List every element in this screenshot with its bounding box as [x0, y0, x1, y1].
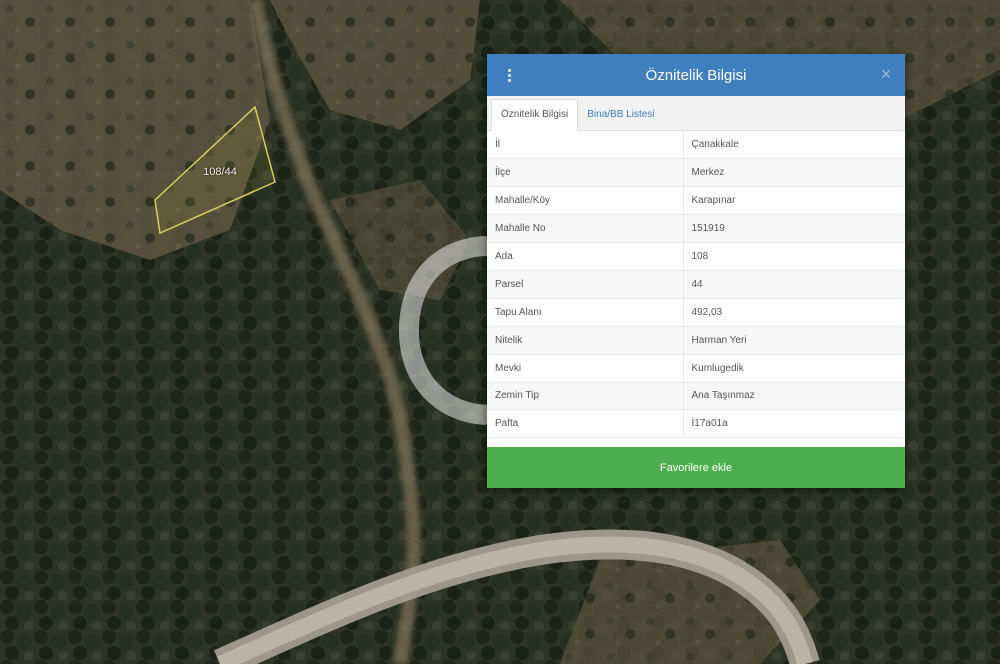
- table-row: İl Çanakkale: [487, 131, 905, 160]
- row-key: Mahalle/Köy: [487, 186, 684, 216]
- row-key: Parsel: [487, 270, 684, 299]
- table-row: Mevki Kumlugedik: [487, 354, 905, 383]
- attribute-table: İl Çanakkale İlçe Merkez Mahalle/Köy Karapı…: [487, 131, 905, 439]
- table-row: İlçe Merkez: [487, 158, 905, 188]
- panel-title: Öznitelik Bilgisi: [645, 66, 747, 84]
- row-key: İlçe: [487, 158, 684, 188]
- row-value: İ17a01a: [683, 409, 905, 439]
- close-icon[interactable]: ×: [877, 65, 895, 83]
- table-row: Mahalle/Köy Karapınar: [487, 186, 905, 216]
- tab-bar: Öznitelik Bilgisi Bina/BB Listesi: [487, 96, 905, 131]
- attribute-panel: Öznitelik Bilgisi × Öznitelik Bilgisi Bi…: [487, 54, 905, 488]
- row-value: 108: [683, 242, 905, 271]
- parcel-label: 108/44: [203, 166, 237, 178]
- table-row: Zemin Tip Ana Taşınmaz: [487, 382, 905, 411]
- row-key: İl: [487, 131, 684, 160]
- tab-bina-bb-listesi[interactable]: Bina/BB Listesi: [578, 100, 663, 130]
- row-key: Mevki: [487, 354, 684, 383]
- row-value: 151919: [683, 214, 905, 244]
- row-value: Karapınar: [683, 186, 905, 216]
- table-row: Pafta İ17a01a: [487, 409, 905, 439]
- row-key: Ada: [487, 242, 684, 271]
- row-value: 44: [683, 270, 905, 299]
- tab-oznitelik-bilgisi[interactable]: Öznitelik Bilgisi: [491, 99, 579, 131]
- row-value: 492,03: [683, 298, 905, 327]
- row-value: Merkez: [683, 158, 905, 188]
- table-row: Tapu Alanı 492,03: [487, 298, 905, 327]
- row-key: Mahalle No: [487, 214, 684, 244]
- menu-icon[interactable]: [499, 65, 519, 85]
- table-row: Nitelik Harman Yeri: [487, 326, 905, 355]
- row-key: Pafta: [487, 409, 684, 439]
- row-key: Tapu Alanı: [487, 298, 684, 327]
- row-value: Ana Taşınmaz: [683, 382, 905, 411]
- row-value: Çanakkale: [683, 131, 905, 160]
- row-value: Kumlugedik: [683, 354, 905, 383]
- table-row: Ada 108: [487, 242, 905, 271]
- table-row: Mahalle No 151919: [487, 214, 905, 244]
- add-favorite-button[interactable]: Favorilere ekle: [487, 447, 905, 488]
- table-row: Parsel 44: [487, 270, 905, 299]
- row-value: Harman Yeri: [683, 326, 905, 355]
- row-key: Nitelik: [487, 326, 684, 355]
- panel-header: Öznitelik Bilgisi ×: [487, 54, 905, 96]
- row-key: Zemin Tip: [487, 382, 684, 411]
